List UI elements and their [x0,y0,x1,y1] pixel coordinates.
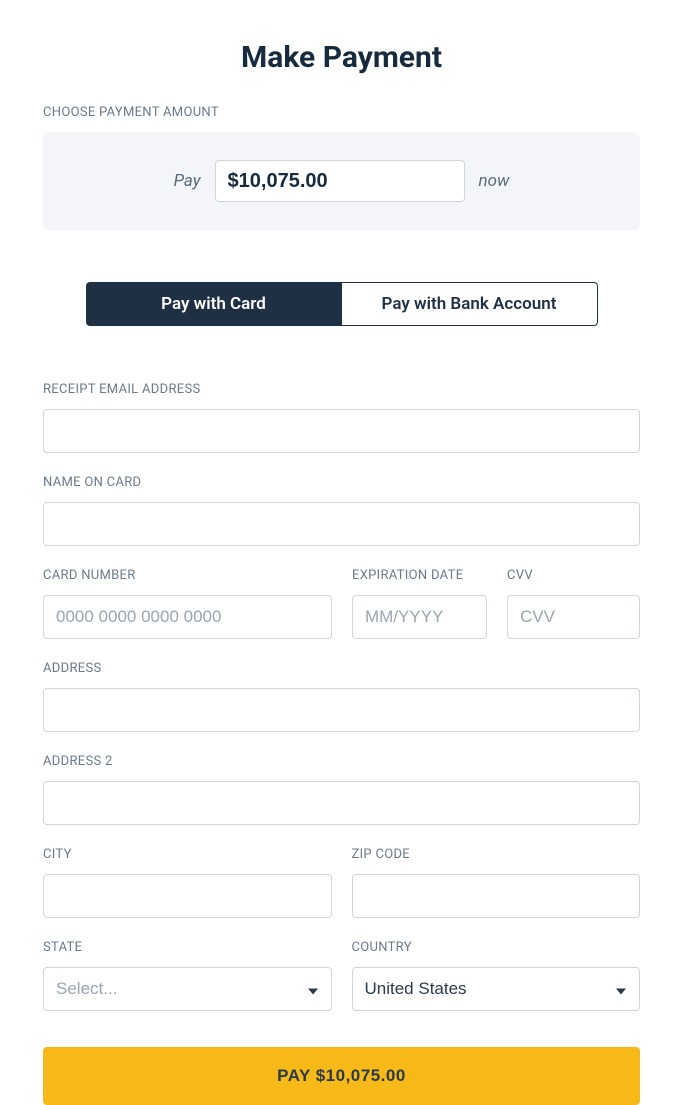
tab-pay-with-bank[interactable]: Pay with Bank Account [342,282,598,326]
amount-box: Pay now [43,132,640,230]
city-label: CITY [43,847,332,862]
name-label: NAME ON CARD [43,475,640,490]
expiration-label: EXPIRATION DATE [352,568,487,583]
payment-method-tabs: Pay with Card Pay with Bank Account [43,282,640,326]
page-title: Make Payment [43,40,640,75]
country-label: COUNTRY [352,940,641,955]
expiration-field[interactable] [352,595,487,639]
card-number-label: CARD NUMBER [43,568,332,583]
address-field[interactable] [43,688,640,732]
state-select[interactable] [43,967,332,1011]
cvv-label: CVV [507,568,640,583]
state-label: STATE [43,940,332,955]
cvv-field[interactable] [507,595,640,639]
country-select[interactable] [352,967,641,1011]
address2-label: ADDRESS 2 [43,754,640,769]
name-on-card-field[interactable] [43,502,640,546]
now-suffix-label: now [479,171,510,191]
amount-section-label: CHOOSE PAYMENT AMOUNT [43,105,640,120]
address-label: ADDRESS [43,661,640,676]
zip-label: ZIP CODE [352,847,641,862]
address2-field[interactable] [43,781,640,825]
city-field[interactable] [43,874,332,918]
email-label: RECEIPT EMAIL ADDRESS [43,382,640,397]
pay-prefix-label: Pay [174,171,201,191]
pay-submit-button[interactable]: PAY $10,075.00 [43,1047,640,1105]
card-number-field[interactable] [43,595,332,639]
tab-pay-with-card[interactable]: Pay with Card [86,282,342,326]
amount-input[interactable] [215,160,465,202]
zip-field[interactable] [352,874,641,918]
email-field[interactable] [43,409,640,453]
